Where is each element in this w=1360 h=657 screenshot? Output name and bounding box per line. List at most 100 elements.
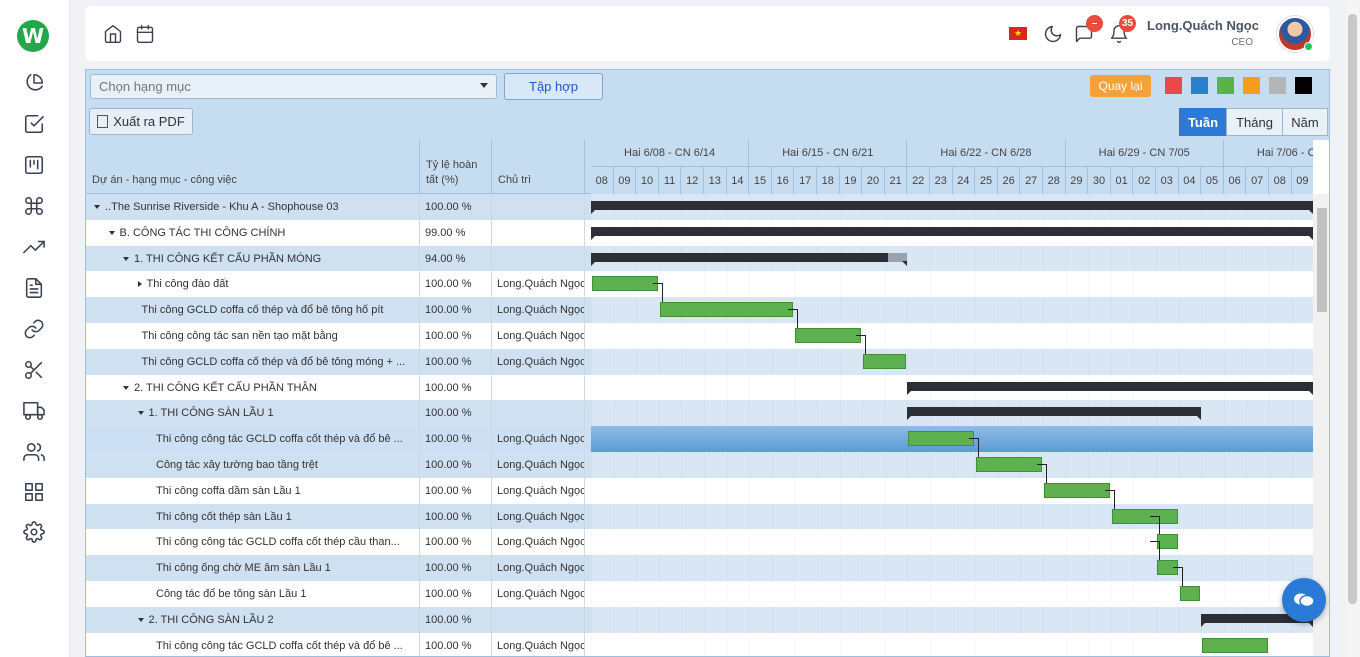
- table-row[interactable]: Thi công cốt thép sàn Lầu 1 100.00 % Long.…: [86, 503, 591, 530]
- settings-icon[interactable]: [22, 520, 46, 544]
- color-swatch[interactable]: [1295, 77, 1312, 94]
- task-bar[interactable]: [1044, 482, 1110, 498]
- gantt-row[interactable]: [591, 348, 1313, 375]
- column-header-task[interactable]: Dự án - hạng mục - công việc: [86, 140, 420, 194]
- table-row[interactable]: Thi công công tác GCLD coffa cốt thép và…: [86, 632, 591, 656]
- export-pdf-button[interactable]: Xuất ra PDF: [89, 108, 193, 135]
- color-swatch[interactable]: [1269, 77, 1286, 94]
- summary-bar[interactable]: [907, 381, 1313, 395]
- back-button[interactable]: Quay lại: [1090, 75, 1151, 97]
- summary-bar[interactable]: [591, 226, 1313, 240]
- table-row[interactable]: 1. THI CÔNG SÀN LẦU 1 100.00 %: [86, 400, 591, 427]
- task-name-cell[interactable]: 1. THI CÔNG KẾT CẤU PHẦN MÓNG: [86, 245, 420, 272]
- table-row[interactable]: Thi công đào đất 100.00 % Long.Quách Ngọc: [86, 271, 591, 298]
- task-bar[interactable]: [1111, 508, 1178, 524]
- task-name-cell[interactable]: Thi công công tác GCLD coffa cốt thép và…: [86, 632, 420, 656]
- tab-month[interactable]: Tháng: [1226, 108, 1283, 136]
- color-swatch[interactable]: [1243, 77, 1260, 94]
- table-row[interactable]: Thi công công tác san nền tạo mặt bằng 10…: [86, 323, 591, 349]
- gantt-row[interactable]: [591, 452, 1313, 478]
- task-name-cell[interactable]: Thi công GCLD coffa cố thép và đổ bê tôn…: [86, 297, 420, 324]
- task-name-cell[interactable]: Thi công công tác GCLD coffa cốt thép cầ…: [86, 529, 420, 556]
- user-name[interactable]: Long.Quách Ngọc: [1147, 18, 1259, 33]
- gantt-row[interactable]: [591, 323, 1313, 349]
- expand-toggle-icon[interactable]: [137, 281, 142, 288]
- table-row[interactable]: Thi công GCLD coffa cố thép và đổ bê tôn…: [86, 348, 591, 375]
- task-name-cell[interactable]: 2. THI CÔNG SÀN LẦU 2: [86, 606, 420, 633]
- table-row[interactable]: Thi công công tác GCLD coffa cốt thép cầ…: [86, 529, 591, 556]
- table-row[interactable]: ..The Sunrise Riverside - Khu A - Shopho…: [86, 194, 591, 220]
- link-icon[interactable]: [22, 317, 46, 341]
- task-name-cell[interactable]: Thi công công tác san nền tạo mặt bằng: [86, 323, 420, 349]
- scrollbar-thumb[interactable]: [1317, 208, 1327, 312]
- table-row[interactable]: Thi công coffa dầm sàn Lầu 1 100.00 % Long…: [86, 477, 591, 504]
- collapse-toggle-icon[interactable]: [123, 256, 129, 261]
- task-bar[interactable]: [659, 302, 794, 318]
- table-row[interactable]: Thi công công tác GCLD coffa cốt thép và…: [86, 426, 591, 453]
- tab-week[interactable]: Tuần: [1179, 108, 1227, 136]
- app-logo[interactable]: W: [17, 20, 49, 52]
- trending-up-icon[interactable]: [22, 235, 46, 259]
- table-row[interactable]: B. CÔNG TÁC THI CÔNG CHÍNH 99.00 %: [86, 219, 591, 246]
- collapse-toggle-icon[interactable]: [123, 385, 129, 390]
- task-name-cell[interactable]: ..The Sunrise Riverside - Khu A - Shopho…: [86, 194, 420, 220]
- collect-button[interactable]: Tập hợp: [504, 73, 603, 100]
- pie-chart-icon[interactable]: [22, 71, 46, 95]
- task-name-cell[interactable]: Thi công công tác GCLD coffa cốt thép và…: [86, 426, 420, 453]
- task-name-cell[interactable]: Công tác đổ be tông sàn Lầu 1: [86, 581, 420, 607]
- gantt-row[interactable]: [591, 529, 1313, 556]
- moon-icon[interactable]: [1043, 24, 1065, 46]
- page-scrollbar[interactable]: [1345, 0, 1360, 657]
- task-bar[interactable]: [795, 328, 862, 343]
- summary-bar[interactable]: [907, 407, 1202, 421]
- color-swatch[interactable]: [1191, 77, 1208, 94]
- collapse-toggle-icon[interactable]: [137, 411, 144, 416]
- task-name-cell[interactable]: Công tác xây tường bao tầng trệt: [86, 452, 420, 478]
- task-name-cell[interactable]: 2. THI CÔNG KẾT CẤU PHẦN THÂN: [86, 374, 420, 401]
- column-header-percent[interactable]: Tỷ lệ hoàn tất (%): [420, 140, 492, 194]
- scissors-icon[interactable]: [22, 358, 46, 382]
- task-bar[interactable]: [1179, 586, 1201, 601]
- table-row[interactable]: Thi công ống chờ ME âm sàn Lầu 1 100.00 %…: [86, 555, 591, 582]
- gantt-row[interactable]: [591, 555, 1313, 582]
- users-icon[interactable]: [22, 440, 46, 464]
- document-icon[interactable]: [22, 276, 46, 300]
- table-row[interactable]: 2. THI CÔNG KẾT CẤU PHẦN THÂN 100.00 %: [86, 374, 591, 401]
- page-scrollbar-thumb[interactable]: [1348, 14, 1357, 604]
- table-row[interactable]: Công tác xây tường bao tầng trệt 100.00 %…: [86, 452, 591, 478]
- task-name-cell[interactable]: Thi công cốt thép sàn Lầu 1: [86, 503, 420, 530]
- gantt-row[interactable]: [591, 503, 1313, 530]
- task-bar[interactable]: [908, 431, 975, 447]
- kanban-icon[interactable]: [22, 153, 46, 177]
- summary-bar[interactable]: [591, 201, 1313, 214]
- gantt-row[interactable]: [591, 271, 1313, 298]
- task-name-cell[interactable]: Thi công coffa dầm sàn Lầu 1: [86, 477, 420, 504]
- summary-bar[interactable]: [591, 252, 908, 266]
- color-swatch[interactable]: [1217, 77, 1234, 94]
- collapse-toggle-icon[interactable]: [137, 617, 144, 622]
- task-bar[interactable]: [1202, 637, 1268, 653]
- category-select[interactable]: Chọn hạng mục: [90, 74, 497, 99]
- home-icon[interactable]: [103, 24, 125, 46]
- calendar-icon[interactable]: [135, 24, 157, 46]
- table-row[interactable]: 2. THI CÔNG SÀN LẦU 2 100.00 %: [86, 606, 591, 633]
- gantt-row[interactable]: [591, 581, 1313, 607]
- collapse-toggle-icon[interactable]: [108, 230, 115, 235]
- task-bar[interactable]: [1157, 534, 1178, 550]
- color-swatch[interactable]: [1165, 77, 1182, 94]
- column-header-owner[interactable]: Chủ trì: [492, 140, 585, 194]
- chat-bubble-button[interactable]: [1282, 578, 1326, 622]
- task-name-cell[interactable]: 1. THI CÔNG SÀN LẦU 1: [86, 400, 420, 427]
- collapse-toggle-icon[interactable]: [94, 205, 100, 209]
- task-name-cell[interactable]: Thi công GCLD coffa cố thép và đổ bê tôn…: [86, 348, 420, 375]
- truck-icon[interactable]: [22, 399, 46, 423]
- task-bar[interactable]: [592, 276, 658, 292]
- task-name-cell[interactable]: B. CÔNG TÁC THI CÔNG CHÍNH: [86, 219, 420, 246]
- command-icon[interactable]: [22, 194, 46, 218]
- task-bar[interactable]: [863, 353, 907, 369]
- table-row[interactable]: Thi công GCLD coffa cố thép và đổ bê tôn…: [86, 297, 591, 324]
- tab-year[interactable]: Năm: [1282, 108, 1328, 136]
- checkbox-icon[interactable]: [22, 112, 46, 136]
- task-name-cell[interactable]: Thi công ống chờ ME âm sàn Lầu 1: [86, 555, 420, 582]
- table-row[interactable]: 1. THI CÔNG KẾT CẤU PHẦN MÓNG 94.00 %: [86, 245, 591, 272]
